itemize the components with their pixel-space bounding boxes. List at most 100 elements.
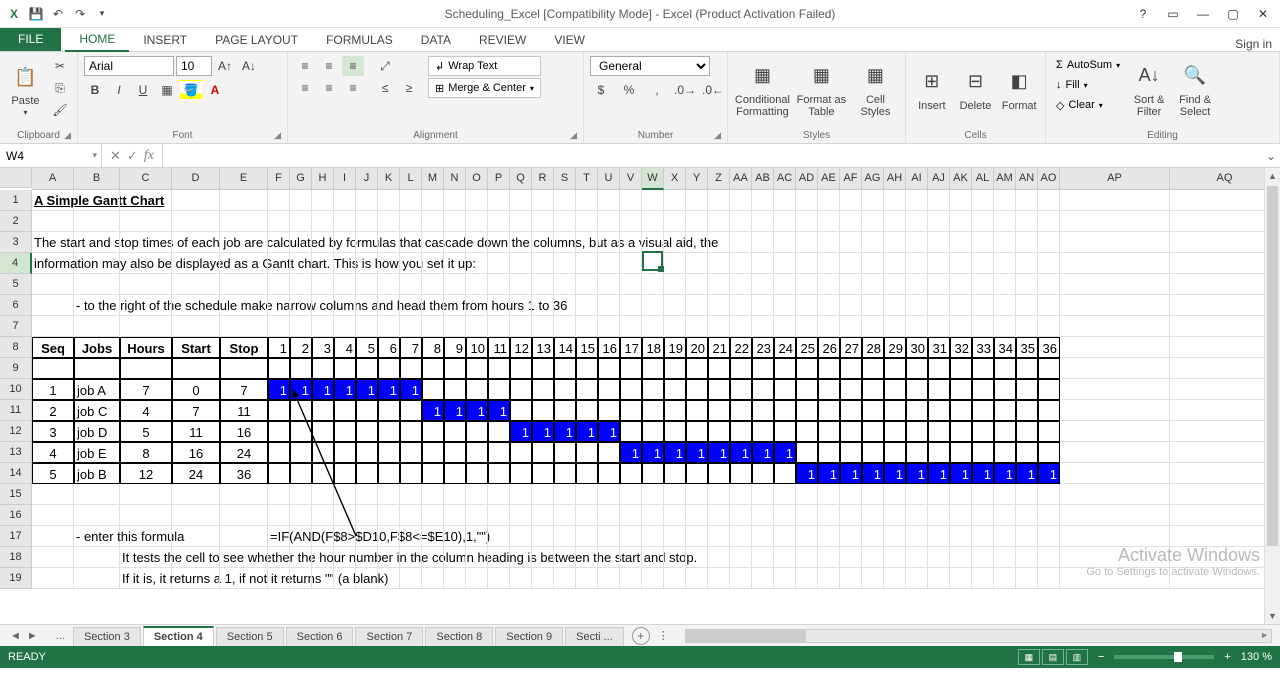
cell[interactable] (220, 253, 268, 274)
cell[interactable] (466, 358, 488, 379)
cell[interactable] (378, 505, 400, 526)
col-header-Z[interactable]: Z (708, 168, 730, 190)
cell[interactable] (1060, 568, 1170, 589)
cell[interactable] (378, 400, 400, 421)
cell[interactable] (466, 463, 488, 484)
cell[interactable] (74, 505, 120, 526)
horizontal-scrollbar[interactable]: ◄► (685, 629, 1272, 643)
cell[interactable] (774, 568, 796, 589)
cell[interactable] (334, 253, 356, 274)
cell[interactable] (818, 253, 840, 274)
conditional-formatting-button[interactable]: ▦Conditional Formatting (734, 56, 791, 122)
cell[interactable] (172, 526, 220, 547)
cell[interactable]: 1 (268, 379, 290, 400)
cell[interactable] (906, 505, 928, 526)
cell[interactable] (642, 211, 664, 232)
cell[interactable] (928, 211, 950, 232)
cell[interactable] (752, 232, 774, 253)
cell[interactable] (708, 484, 730, 505)
cell[interactable] (752, 568, 774, 589)
cell[interactable] (312, 295, 334, 316)
cell[interactable] (906, 316, 928, 337)
cell[interactable] (334, 421, 356, 442)
cell[interactable] (796, 442, 818, 463)
cell[interactable] (862, 505, 884, 526)
cell[interactable]: 18 (642, 337, 664, 358)
col-header-J[interactable]: J (356, 168, 378, 190)
cell[interactable] (972, 568, 994, 589)
cell[interactable] (334, 400, 356, 421)
cell[interactable] (950, 421, 972, 442)
row-header-14[interactable]: 14 (0, 463, 32, 484)
cell[interactable] (312, 442, 334, 463)
cell[interactable] (444, 274, 466, 295)
cell[interactable] (950, 295, 972, 316)
cell[interactable] (334, 211, 356, 232)
cell[interactable] (532, 526, 554, 547)
wrap-text-button[interactable]: ↲Wrap Text (428, 56, 541, 76)
cell[interactable]: 24 (172, 463, 220, 484)
cell[interactable] (268, 484, 290, 505)
cell[interactable] (730, 232, 752, 253)
cell[interactable] (686, 295, 708, 316)
cell[interactable]: 1 (576, 421, 598, 442)
cell[interactable] (312, 526, 334, 547)
cell[interactable] (598, 358, 620, 379)
cell[interactable] (598, 190, 620, 211)
cell[interactable] (1060, 232, 1170, 253)
cell[interactable] (796, 526, 818, 547)
cell[interactable]: 1 (950, 463, 972, 484)
cell[interactable] (774, 358, 796, 379)
cell[interactable]: 1 (510, 421, 532, 442)
cell[interactable] (884, 568, 906, 589)
cell[interactable]: job E (74, 442, 120, 463)
cell[interactable] (488, 232, 510, 253)
cell[interactable] (268, 190, 290, 211)
cell[interactable] (884, 316, 906, 337)
cell[interactable] (818, 190, 840, 211)
cell[interactable]: 1 (290, 379, 312, 400)
cell[interactable] (1038, 442, 1060, 463)
cell[interactable] (334, 463, 356, 484)
cell[interactable] (172, 211, 220, 232)
cell[interactable] (686, 568, 708, 589)
col-header-L[interactable]: L (400, 168, 422, 190)
col-header-AC[interactable]: AC (774, 168, 796, 190)
cell[interactable] (708, 568, 730, 589)
cell[interactable] (818, 505, 840, 526)
cell[interactable] (796, 421, 818, 442)
cell[interactable] (220, 505, 268, 526)
cell[interactable] (884, 274, 906, 295)
row-header-10[interactable]: 10 (0, 379, 32, 400)
cell[interactable] (510, 274, 532, 295)
cell[interactable]: 11 (172, 421, 220, 442)
cell[interactable] (120, 253, 172, 274)
cell[interactable]: 23 (752, 337, 774, 358)
cell[interactable] (708, 379, 730, 400)
cell[interactable] (1060, 316, 1170, 337)
cell[interactable] (576, 379, 598, 400)
cell[interactable] (576, 274, 598, 295)
cell[interactable] (532, 463, 554, 484)
cell[interactable] (906, 379, 928, 400)
cell[interactable] (994, 400, 1016, 421)
cell[interactable] (840, 400, 862, 421)
cell[interactable]: The start and stop times of each job are… (32, 232, 74, 253)
sheet-tab[interactable]: Section 8 (425, 627, 493, 646)
col-header-AG[interactable]: AG (862, 168, 884, 190)
cell[interactable] (664, 568, 686, 589)
cell[interactable] (708, 211, 730, 232)
cell[interactable] (796, 274, 818, 295)
cell[interactable]: Stop (220, 337, 268, 358)
orientation-icon[interactable]: ⤢ (374, 56, 396, 76)
cell[interactable] (220, 526, 268, 547)
cell[interactable] (884, 295, 906, 316)
cell[interactable] (1016, 421, 1038, 442)
cell[interactable] (400, 505, 422, 526)
cell[interactable] (466, 190, 488, 211)
cell[interactable] (488, 484, 510, 505)
cell[interactable] (488, 526, 510, 547)
cell[interactable] (862, 190, 884, 211)
cell[interactable] (642, 484, 664, 505)
sheet-tab[interactable]: Secti ... (565, 627, 624, 646)
